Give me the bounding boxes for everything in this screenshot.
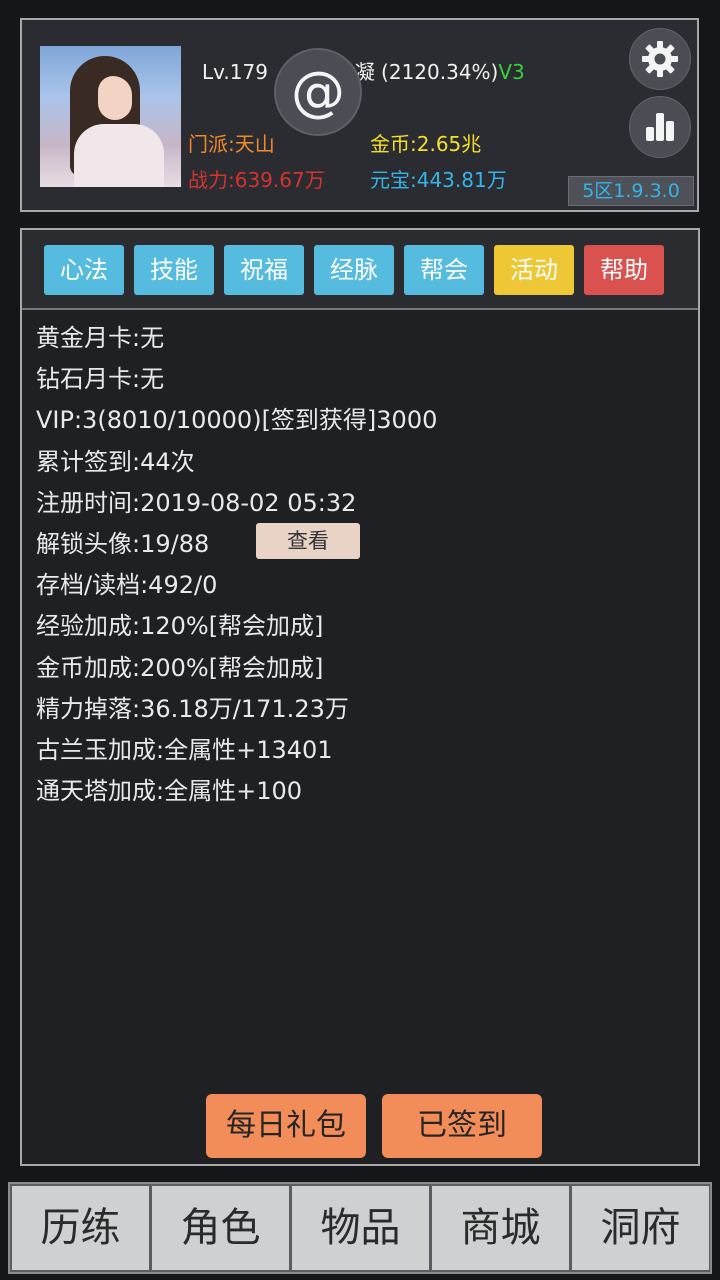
info-gold-bonus: 金币加成:200%[帮会加成] xyxy=(36,653,324,682)
function-tabbar: 心法 技能 祝福 经脉 帮会 活动 帮助 xyxy=(22,230,698,310)
gear-icon xyxy=(642,41,678,77)
daily-gift-button[interactable]: 每日礼包 xyxy=(206,1094,366,1158)
nav-training[interactable]: 历练 xyxy=(12,1186,149,1270)
tab-meridians[interactable]: 经脉 xyxy=(314,245,394,295)
server-version: 5区1.9.3.0 xyxy=(568,176,694,206)
avatar-face xyxy=(98,76,132,120)
info-exp-bonus: 经验加成:120%[帮会加成] xyxy=(36,612,324,641)
settings-button[interactable] xyxy=(629,28,691,90)
view-avatars-button[interactable]: 查看 xyxy=(256,523,360,559)
tab-guild[interactable]: 帮会 xyxy=(404,245,484,295)
info-jade-bonus: 古兰玉加成:全属性+13401 xyxy=(36,735,333,764)
tab-help[interactable]: 帮助 xyxy=(584,245,664,295)
nav-cave[interactable]: 洞府 xyxy=(572,1186,709,1270)
player-level: Lv.179 xyxy=(202,60,268,84)
nav-shop[interactable]: 商城 xyxy=(432,1186,569,1270)
nav-character[interactable]: 角色 xyxy=(152,1186,289,1270)
player-ingot: 元宝:443.81万 xyxy=(370,168,507,192)
nav-items[interactable]: 物品 xyxy=(292,1186,429,1270)
exp-percent: (2120.34%) xyxy=(381,60,499,84)
info-energy-drop: 精力掉落:36.18万/171.23万 xyxy=(36,694,349,723)
vip-badge: V3 xyxy=(498,60,525,84)
tab-skills[interactable]: 技能 xyxy=(134,245,214,295)
player-power: 战力:639.67万 xyxy=(188,168,325,192)
info-diamond-card: 钻石月卡:无 xyxy=(36,365,165,394)
signed-in-button[interactable]: 已签到 xyxy=(382,1094,542,1158)
info-gold-card: 黄金月卡:无 xyxy=(36,324,165,352)
info-total-signin: 累计签到:44次 xyxy=(36,447,195,476)
player-gold: 金币:2.65兆 xyxy=(370,132,482,156)
tab-events[interactable]: 活动 xyxy=(494,245,574,295)
tab-xinfa[interactable]: 心法 xyxy=(44,245,124,295)
stats-button[interactable] xyxy=(629,96,691,158)
at-icon[interactable]: @ xyxy=(274,48,362,136)
player-info-list: 黄金月卡:无 钻石月卡:无 VIP:3(8010/10000)[签到获得]300… xyxy=(36,318,437,812)
player-level-line: Lv.179 凝 (2120.34%)V3 xyxy=(202,56,525,85)
tab-blessing[interactable]: 祝福 xyxy=(224,245,304,295)
player-sect: 门派:天山 xyxy=(188,132,275,156)
player-header: Lv.179 凝 (2120.34%)V3 @ 门派:天山 金币:2.65兆 战… xyxy=(20,18,699,212)
avatar-body xyxy=(74,124,164,187)
info-vip: VIP:3(8010/10000)[签到获得]3000 xyxy=(36,406,438,435)
main-panel: 心法 技能 祝福 经脉 帮会 活动 帮助 黄金月卡:无 钻石月卡:无 VIP:3… xyxy=(20,228,700,1166)
info-tower-bonus: 通天塔加成:全属性+100 xyxy=(36,777,303,806)
info-unlocked-avatars: 解锁头像:19/88 xyxy=(36,529,210,558)
info-save-load: 存档/读档:492/0 xyxy=(36,571,218,600)
player-avatar[interactable] xyxy=(40,46,181,187)
info-register-time: 注册时间:2019-08-02 05:32 xyxy=(36,488,357,517)
bar-chart-icon xyxy=(646,113,674,141)
bottom-nav: 历练 角色 物品 商城 洞府 xyxy=(8,1182,712,1274)
